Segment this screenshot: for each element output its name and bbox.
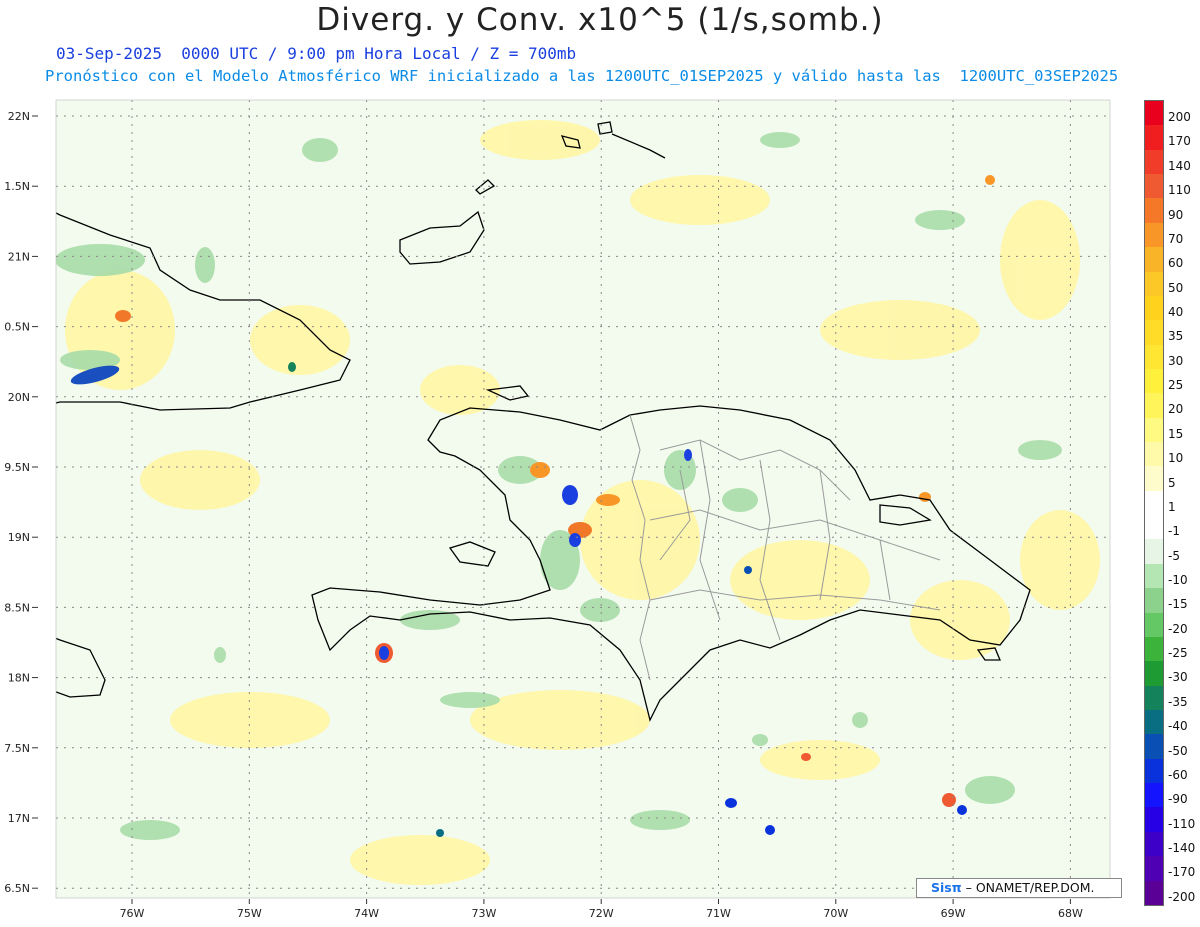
latitude-labels: 22N 1.5N 21N 0.5N 20N 9.5N 19N 8.5N 18N 7.5N 17N 6.… — [4, 110, 38, 895]
legend-swatch — [1145, 393, 1163, 418]
legend-swatch — [1145, 636, 1163, 662]
valid-time-line: 03-Sep-2025 0000 UTC / 9:00 pm Hora Loca… — [56, 44, 577, 63]
lat-label: 7.5N — [4, 742, 30, 755]
legend-label: 30 — [1168, 353, 1184, 368]
legend-swatch — [1145, 807, 1163, 832]
legend-label: -90 — [1168, 792, 1188, 807]
legend-label: 35 — [1168, 329, 1184, 344]
legend-swatch — [1145, 539, 1163, 564]
lat-label: 0.5N — [4, 321, 30, 334]
legend-swatch — [1145, 709, 1163, 735]
legend-label: 60 — [1168, 256, 1184, 271]
lat-label: 6.5N — [4, 882, 30, 895]
legend-label: 50 — [1168, 280, 1184, 295]
legend-label: -140 — [1168, 840, 1196, 855]
legend-swatch — [1145, 442, 1163, 467]
legend-swatch — [1145, 368, 1163, 394]
lat-label: 9.5N — [4, 461, 30, 474]
legend-label: -40 — [1168, 719, 1188, 734]
legend-swatch — [1145, 880, 1163, 905]
legend-label: -25 — [1168, 646, 1188, 661]
legend-swatch — [1145, 831, 1163, 857]
legend-label: -35 — [1168, 694, 1188, 709]
legend-swatch — [1145, 174, 1163, 199]
lon-label: 72W — [589, 907, 614, 920]
legend-swatch — [1145, 612, 1163, 637]
lat-label: 19N — [8, 531, 30, 544]
legend-label: 15 — [1168, 426, 1184, 441]
legend-label: 200 — [1168, 110, 1191, 125]
legend-label: -15 — [1168, 597, 1188, 612]
legend-swatch — [1145, 125, 1163, 150]
legend-label: -5 — [1168, 548, 1180, 563]
forecast-map: 22N 1.5N 21N 0.5N 20N 9.5N 19N 8.5N 18N 7.5N 17N 6.… — [4, 99, 1111, 920]
legend-label: -60 — [1168, 767, 1188, 782]
legend-label: -50 — [1168, 743, 1188, 758]
legend-label: 70 — [1168, 231, 1184, 246]
legend-label: -200 — [1168, 889, 1196, 904]
legend-swatch — [1145, 661, 1163, 686]
color-legend — [1144, 100, 1164, 906]
legend-swatch — [1145, 198, 1163, 223]
legend-swatch — [1145, 563, 1163, 589]
lat-label: 21N — [8, 250, 30, 263]
legend-swatch — [1145, 466, 1163, 491]
lat-label: 20N — [8, 391, 30, 404]
longitude-labels: 76W 75W 74W 73W 72W 71W 70W 69W 68W — [120, 899, 1083, 920]
legend-swatch — [1145, 783, 1163, 808]
legend-swatch — [1145, 685, 1163, 710]
legend-label: 5 — [1168, 475, 1176, 490]
legend-swatch — [1145, 320, 1163, 345]
legend-swatch — [1145, 101, 1163, 126]
lat-label: 8.5N — [4, 601, 30, 614]
legend-label: -10 — [1168, 572, 1188, 587]
legend-label: 25 — [1168, 378, 1184, 393]
lat-label: 22N — [8, 110, 30, 123]
legend-label: -170 — [1168, 865, 1196, 880]
legend-label: 170 — [1168, 134, 1191, 149]
lon-label: 68W — [1058, 907, 1083, 920]
lat-label: 17N — [8, 812, 30, 825]
legend-label: 10 — [1168, 451, 1184, 466]
lat-label: 18N — [8, 672, 30, 685]
legend-swatch — [1145, 758, 1163, 784]
lon-label: 74W — [354, 907, 379, 920]
legend-swatch — [1145, 222, 1163, 248]
sispi-logo: Sisπ — [931, 880, 962, 895]
legend-label: -30 — [1168, 670, 1188, 685]
lat-label: 1.5N — [4, 180, 30, 193]
lon-label: 70W — [823, 907, 848, 920]
legend-label: -110 — [1168, 816, 1196, 831]
legend-label: 20 — [1168, 402, 1184, 417]
legend-swatch — [1145, 247, 1163, 272]
legend-label: 90 — [1168, 207, 1184, 222]
legend-swatch — [1145, 490, 1163, 516]
lon-label: 76W — [120, 907, 145, 920]
lon-label: 75W — [237, 907, 262, 920]
legend-label: 110 — [1168, 183, 1191, 198]
legend-swatch — [1145, 515, 1163, 540]
legend-swatch — [1145, 588, 1163, 613]
legend-label: -1 — [1168, 524, 1180, 539]
credit-box: Sisπ – ONAMET/REP.DOM. — [916, 878, 1122, 898]
legend-swatch — [1145, 734, 1163, 759]
legend-label: 140 — [1168, 158, 1191, 173]
model-info-line: Pronóstico con el Modelo Atmosférico WRF… — [45, 67, 1119, 85]
legend-label: -20 — [1168, 621, 1188, 636]
legend-label: 1 — [1168, 499, 1176, 514]
legend-swatch — [1145, 149, 1163, 175]
lon-label: 71W — [706, 907, 731, 920]
credit-text: – ONAMET/REP.DOM. — [965, 880, 1095, 895]
lon-label: 73W — [471, 907, 496, 920]
legend-swatch — [1145, 295, 1163, 321]
chart-title: Diverg. y Conv. x10^5 (1/s,somb.) — [316, 2, 884, 38]
lon-label: 69W — [941, 907, 966, 920]
legend-swatch — [1145, 344, 1163, 369]
legend-label: 40 — [1168, 304, 1184, 319]
legend-swatch — [1145, 271, 1163, 296]
legend-swatch — [1145, 417, 1163, 443]
legend-swatch — [1145, 856, 1163, 881]
